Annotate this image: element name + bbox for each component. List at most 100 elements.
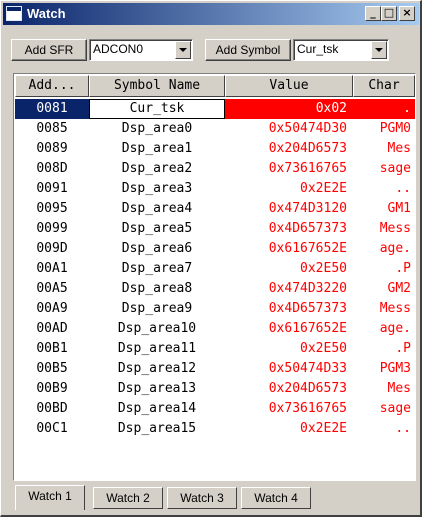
symbol-cell[interactable]: Dsp_area0 (89, 119, 225, 139)
char-cell[interactable]: PGM3 (353, 359, 415, 379)
table-row[interactable]: 00BD Dsp_area14 0x73616765 sage (15, 399, 415, 419)
value-cell[interactable]: 0x2E50 (225, 259, 353, 279)
address-cell[interactable]: 0085 (15, 119, 89, 139)
column-header-address[interactable]: Add... (15, 75, 89, 97)
char-cell[interactable]: age. (353, 319, 415, 339)
tab-watch-4[interactable]: Watch 4 (241, 487, 311, 509)
symbol-dropdown[interactable]: Cur_tsk (293, 39, 389, 61)
address-cell[interactable]: 009D (15, 239, 89, 259)
address-cell[interactable]: 00B5 (15, 359, 89, 379)
address-cell[interactable]: 00B9 (15, 379, 89, 399)
table-row[interactable]: 0099 Dsp_area5 0x4D657373 Mess (15, 219, 415, 239)
address-cell[interactable]: 00C1 (15, 419, 89, 439)
maximize-button[interactable]: □ (381, 6, 397, 21)
column-header-char[interactable]: Char (353, 75, 415, 97)
address-cell[interactable]: 008D (15, 159, 89, 179)
symbol-cell[interactable]: Dsp_area13 (89, 379, 225, 399)
char-cell[interactable]: .. (353, 419, 415, 439)
chevron-down-icon[interactable] (175, 41, 191, 59)
symbol-cell[interactable]: Dsp_area1 (89, 139, 225, 159)
char-cell[interactable]: GM1 (353, 199, 415, 219)
table-row[interactable]: 00B5 Dsp_area12 0x50474D33 PGM3 (15, 359, 415, 379)
value-cell[interactable]: 0x474D3120 (225, 199, 353, 219)
value-cell[interactable]: 0x6167652E (225, 319, 353, 339)
char-cell[interactable]: age. (353, 239, 415, 259)
symbol-cell[interactable]: Dsp_area3 (89, 179, 225, 199)
add-symbol-button[interactable]: Add Symbol (205, 39, 291, 61)
symbol-cell[interactable]: Dsp_area14 (89, 399, 225, 419)
close-button[interactable]: × (399, 6, 415, 21)
char-cell[interactable]: sage (353, 399, 415, 419)
address-cell[interactable]: 00BD (15, 399, 89, 419)
table-row[interactable]: 00B1 Dsp_area11 0x2E50 .P (15, 339, 415, 359)
address-cell[interactable]: 00A1 (15, 259, 89, 279)
symbol-cell[interactable]: Dsp_area15 (89, 419, 225, 439)
symbol-cell[interactable]: Dsp_area2 (89, 159, 225, 179)
symbol-cell[interactable]: Dsp_area9 (89, 299, 225, 319)
value-cell[interactable]: 0x2E50 (225, 339, 353, 359)
char-cell[interactable]: Mes (353, 139, 415, 159)
value-cell[interactable]: 0x2E2E (225, 179, 353, 199)
symbol-cell[interactable]: Dsp_area11 (89, 339, 225, 359)
address-cell[interactable]: 0095 (15, 199, 89, 219)
table-row[interactable]: 0081 Cur_tsk 0x02. (15, 99, 415, 119)
table-row[interactable]: 00A1 Dsp_area7 0x2E50 .P (15, 259, 415, 279)
add-sfr-button[interactable]: Add SFR (11, 39, 87, 61)
char-cell[interactable]: Mes (353, 379, 415, 399)
address-cell[interactable]: 00B1 (15, 339, 89, 359)
address-cell[interactable]: 00A9 (15, 299, 89, 319)
title-bar[interactable]: Watch _ □ × (3, 3, 419, 25)
address-cell[interactable]: 0089 (15, 139, 89, 159)
char-cell[interactable]: sage (353, 159, 415, 179)
chevron-down-icon[interactable] (371, 41, 387, 59)
value-cell[interactable]: 0x73616765 (225, 159, 353, 179)
address-cell[interactable]: 00A5 (15, 279, 89, 299)
tab-watch-1[interactable]: Watch 1 (15, 485, 85, 510)
value-cell[interactable]: 0x50474D33 (225, 359, 353, 379)
sfr-dropdown[interactable]: ADCON0 (89, 39, 193, 61)
address-cell[interactable]: 0091 (15, 179, 89, 199)
value-cell[interactable]: 0x02 (225, 99, 353, 119)
char-cell[interactable]: Mess (353, 219, 415, 239)
watch-table[interactable]: Add... Symbol Name Value Char 0081 Cur_ts… (13, 73, 416, 481)
column-header-symbol[interactable]: Symbol Name (89, 75, 225, 97)
table-row[interactable]: 0091 Dsp_area3 0x2E2E.. (15, 179, 415, 199)
symbol-cell[interactable]: Dsp_area8 (89, 279, 225, 299)
address-cell[interactable]: 0081 (15, 99, 89, 119)
tab-watch-2[interactable]: Watch 2 (93, 487, 163, 509)
value-cell[interactable]: 0x50474D30 (225, 119, 353, 139)
char-cell[interactable]: .. (353, 179, 415, 199)
column-header-value[interactable]: Value (225, 75, 353, 97)
table-row[interactable]: 008D Dsp_area2 0x73616765 sage (15, 159, 415, 179)
table-row[interactable]: 00AD Dsp_area10 0x6167652E age. (15, 319, 415, 339)
value-cell[interactable]: 0x4D657373 (225, 219, 353, 239)
symbol-cell[interactable]: Dsp_area4 (89, 199, 225, 219)
value-cell[interactable]: 0x204D6573 (225, 139, 353, 159)
value-cell[interactable]: 0x2E2E (225, 419, 353, 439)
char-cell[interactable]: PGM0 (353, 119, 415, 139)
table-row[interactable]: 00A9 Dsp_area9 0x4D657373 Mess (15, 299, 415, 319)
table-row[interactable]: 00C1 Dsp_area15 0x2E2E.. (15, 419, 415, 439)
char-cell[interactable]: Mess (353, 299, 415, 319)
address-cell[interactable]: 00AD (15, 319, 89, 339)
address-cell[interactable]: 0099 (15, 219, 89, 239)
symbol-cell[interactable]: Dsp_area7 (89, 259, 225, 279)
char-cell[interactable]: GM2 (353, 279, 415, 299)
symbol-cell[interactable]: Cur_tsk (89, 99, 225, 119)
symbol-cell[interactable]: Dsp_area6 (89, 239, 225, 259)
table-row[interactable]: 0085 Dsp_area0 0x50474D30 PGM0 (15, 119, 415, 139)
symbol-cell[interactable]: Dsp_area12 (89, 359, 225, 379)
value-cell[interactable]: 0x474D3220 (225, 279, 353, 299)
char-cell[interactable]: . (353, 99, 415, 119)
table-row[interactable]: 00B9 Dsp_area13 0x204D6573 Mes (15, 379, 415, 399)
value-cell[interactable]: 0x6167652E (225, 239, 353, 259)
char-cell[interactable]: .P (353, 339, 415, 359)
value-cell[interactable]: 0x73616765 (225, 399, 353, 419)
char-cell[interactable]: .P (353, 259, 415, 279)
table-row[interactable]: 00A5 Dsp_area8 0x474D3220 GM2 (15, 279, 415, 299)
tab-watch-3[interactable]: Watch 3 (167, 487, 237, 509)
symbol-cell[interactable]: Dsp_area5 (89, 219, 225, 239)
symbol-cell[interactable]: Dsp_area10 (89, 319, 225, 339)
value-cell[interactable]: 0x4D657373 (225, 299, 353, 319)
minimize-button[interactable]: _ (365, 6, 381, 21)
